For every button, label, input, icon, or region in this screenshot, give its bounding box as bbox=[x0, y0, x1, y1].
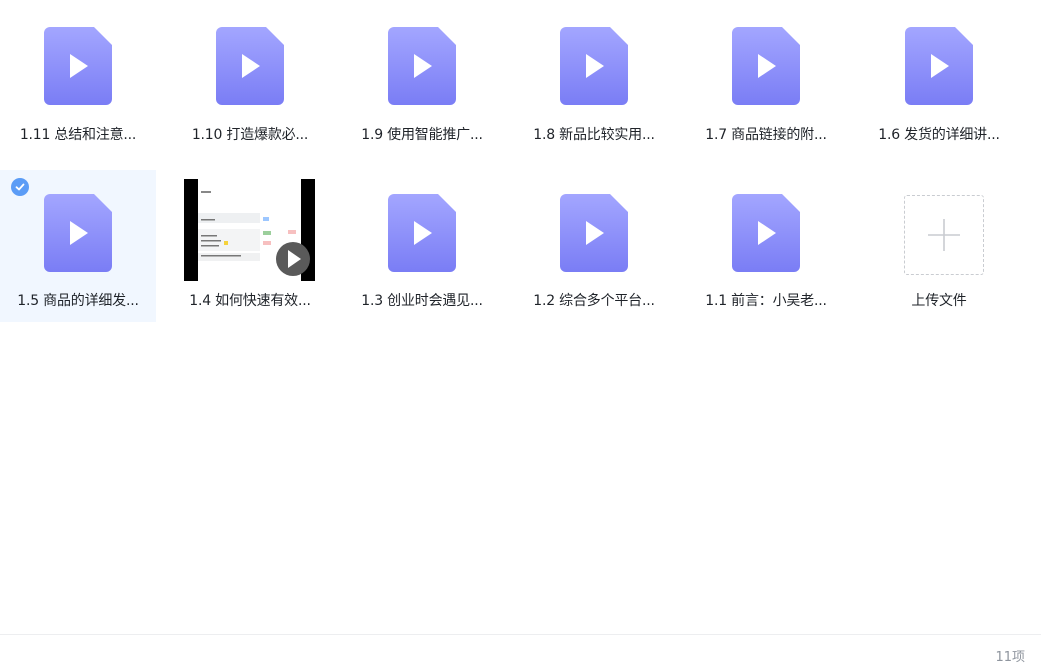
file-tile[interactable]: 1.6 发货的详细讲... bbox=[861, 3, 1017, 155]
file-tile[interactable]: 1.7 商品链接的附... bbox=[688, 3, 844, 155]
item-count: 11项 bbox=[995, 650, 1025, 665]
video-file-icon bbox=[388, 194, 456, 272]
file-tile[interactable]: 1.10 打造爆款必... bbox=[172, 3, 328, 155]
file-name: 1.8 新品比较实用... bbox=[533, 127, 655, 143]
check-icon[interactable] bbox=[11, 178, 29, 196]
file-tile[interactable]: 1.9 使用智能推广... bbox=[344, 3, 500, 155]
video-file-icon bbox=[216, 27, 284, 105]
file-tile[interactable]: 1.4 如何快速有效... bbox=[172, 170, 328, 322]
file-name: 1.10 打造爆款必... bbox=[191, 127, 309, 143]
file-tile[interactable]: 1.11 总结和注意... bbox=[0, 3, 156, 155]
video-file-icon bbox=[44, 27, 112, 105]
video-file-icon bbox=[44, 194, 112, 272]
file-tile[interactable]: 1.8 新品比较实用... bbox=[516, 3, 672, 155]
video-file-icon bbox=[560, 27, 628, 105]
file-name: 1.1 前言：小吴老... bbox=[705, 293, 827, 309]
upload-tile[interactable]: 上传文件 bbox=[861, 170, 1017, 322]
video-file-icon bbox=[732, 194, 800, 272]
file-name: 1.5 商品的详细发... bbox=[17, 293, 139, 309]
video-thumbnail bbox=[184, 179, 315, 281]
file-row-1: 1.11 总结和注意... 1.10 打造爆款必... 1.9 使用智能推广..… bbox=[0, 3, 1041, 153]
file-name: 1.3 创业时会遇见... bbox=[361, 293, 483, 309]
plus-icon bbox=[928, 219, 960, 251]
file-name: 1.11 总结和注意... bbox=[19, 127, 137, 143]
file-name: 1.4 如何快速有效... bbox=[189, 293, 311, 309]
file-tile[interactable]: 1.3 创业时会遇见... bbox=[344, 170, 500, 322]
upload-button[interactable] bbox=[904, 195, 984, 275]
file-tile[interactable]: 1.2 综合多个平台... bbox=[516, 170, 672, 322]
file-tile-selected[interactable]: 1.5 商品的详细发... bbox=[0, 170, 156, 322]
file-name: 1.7 商品链接的附... bbox=[705, 127, 827, 143]
video-file-icon bbox=[560, 194, 628, 272]
video-file-icon bbox=[905, 27, 973, 105]
file-row-2: 1.5 商品的详细发... 1.4 如何快速有效... 1.3 创业时会遇见..… bbox=[0, 170, 1041, 322]
file-name: 1.9 使用智能推广... bbox=[361, 127, 483, 143]
file-name: 1.2 综合多个平台... bbox=[533, 293, 655, 309]
upload-label: 上传文件 bbox=[911, 293, 967, 309]
file-name: 1.6 发货的详细讲... bbox=[878, 127, 1000, 143]
status-bar: 11项 bbox=[0, 634, 1041, 669]
video-file-icon bbox=[732, 27, 800, 105]
video-file-icon bbox=[388, 27, 456, 105]
file-tile[interactable]: 1.1 前言：小吴老... bbox=[688, 170, 844, 322]
